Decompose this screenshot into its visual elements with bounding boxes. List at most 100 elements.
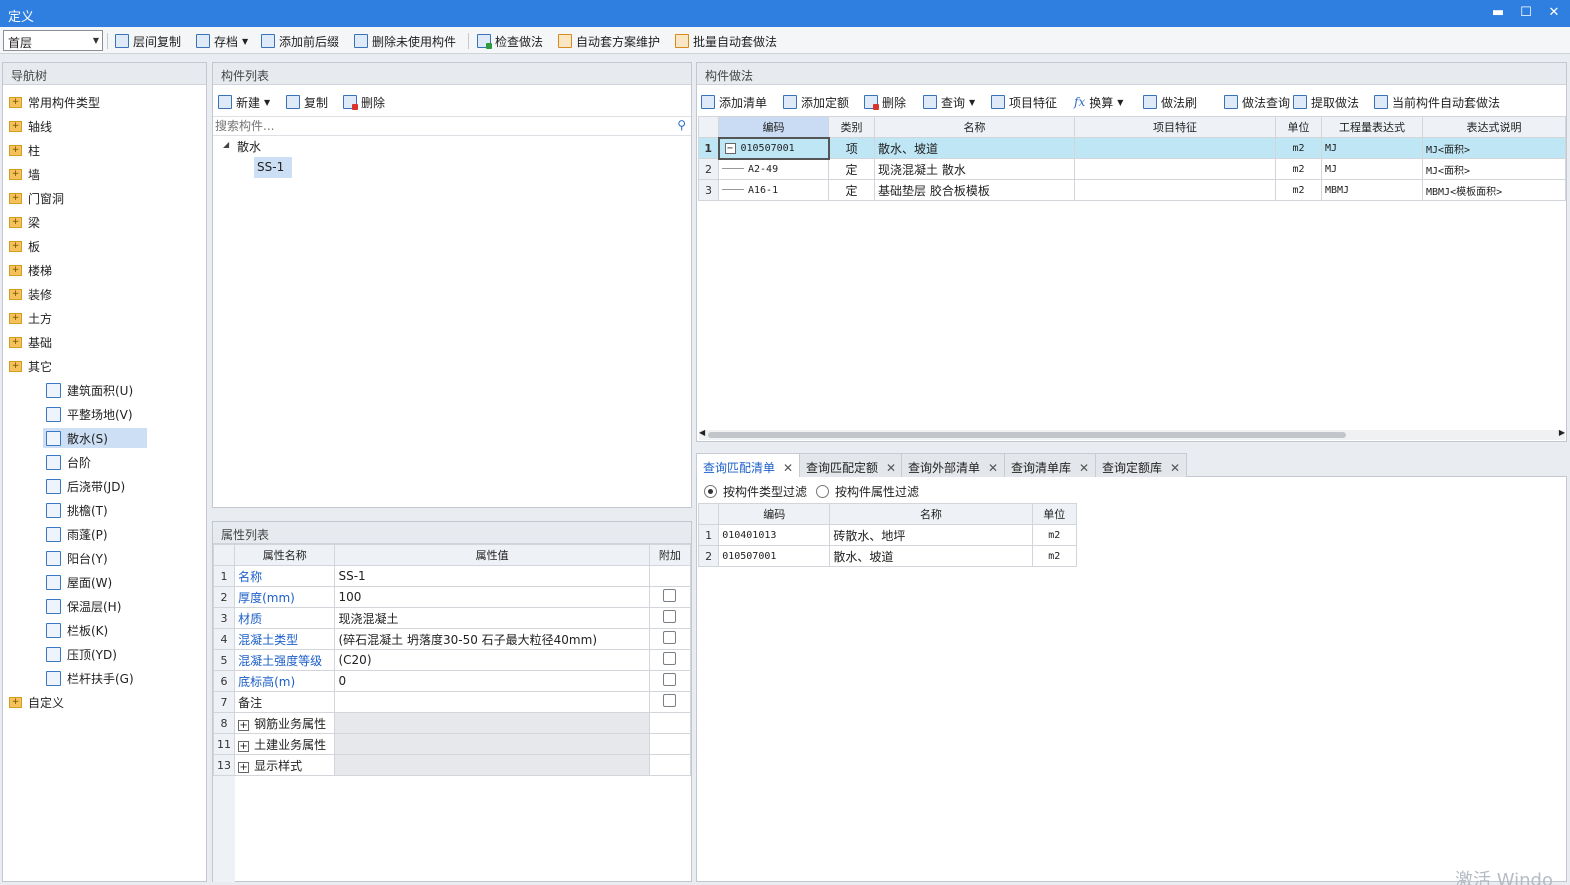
unit-cell[interactable]: m2	[1031, 524, 1077, 546]
property-value[interactable]: 0	[334, 670, 650, 692]
name-cell[interactable]: 散水、坡道	[829, 545, 1033, 567]
filter-type-radio[interactable]: 按构件类型过滤	[704, 483, 807, 500]
method-toolbar-button[interactable]: 添加定额	[783, 93, 849, 111]
method-toolbar-button[interactable]: 当前构件自动套做法	[1374, 93, 1500, 111]
new-button[interactable]: 新建 ▼	[218, 93, 270, 111]
expand-triangle-icon[interactable]: ◢	[223, 140, 229, 149]
code-cell[interactable]: −010507001	[717, 136, 830, 160]
nav-subitem[interactable]: 平整场地(V)	[43, 404, 147, 424]
nav-category[interactable]: + 装修	[9, 284, 52, 304]
query-row[interactable]: 1 010401013 砖散水、地坪 m2	[697, 524, 1077, 546]
nav-subitem[interactable]: 雨蓬(P)	[43, 524, 147, 544]
maximize-button[interactable]: ☐	[1515, 3, 1537, 23]
method-toolbar-button[interactable]: 添加清单	[701, 93, 767, 111]
method-row[interactable]: 3 A16-1 定基础垫层 胶合板模板 m2 MBMJ MBMJ<模板面积>	[698, 179, 1566, 201]
tree-item-ss1[interactable]: SS-1	[254, 157, 292, 178]
close-icon[interactable]: ✕	[886, 461, 896, 475]
batch-auto-button[interactable]: 批量自动套做法	[675, 32, 777, 50]
property-value[interactable]: (C20)	[334, 649, 650, 671]
nav-category[interactable]: + 柱	[9, 140, 40, 160]
search-input[interactable]	[213, 117, 653, 135]
nav-category[interactable]: + 轴线	[9, 116, 52, 136]
nav-category[interactable]: + 梁	[9, 212, 40, 232]
property-row[interactable]: 1 名称 SS-1	[212, 565, 692, 587]
feature-cell[interactable]	[1074, 179, 1276, 201]
close-icon[interactable]: ✕	[1079, 461, 1089, 475]
nav-subitem[interactable]: 栏板(K)	[43, 620, 147, 640]
method-toolbar-button[interactable]: 做法刷	[1143, 93, 1197, 111]
code-cell[interactable]: A2-49	[718, 158, 829, 180]
feature-cell[interactable]	[1074, 137, 1276, 159]
query-tab[interactable]: 查询清单库 ✕	[1004, 453, 1097, 477]
archive-button[interactable]: 存档 ▼	[196, 32, 248, 50]
nav-category[interactable]: + 土方	[9, 308, 52, 328]
query-tab[interactable]: 查询定额库 ✕	[1095, 453, 1188, 477]
unit-cell[interactable]: m2	[1031, 545, 1077, 567]
property-value[interactable]: SS-1	[334, 565, 650, 587]
nav-category[interactable]: + 门窗洞	[9, 188, 64, 208]
type-cell[interactable]: 定	[828, 179, 875, 201]
nav-subitem[interactable]: 保温层(H)	[43, 596, 147, 616]
nav-subitem[interactable]: 压顶(YD)	[43, 644, 147, 664]
horizontal-scrollbar[interactable]: ◀ ▶	[699, 428, 1565, 440]
property-group-row[interactable]: 13 + 显示样式	[212, 754, 692, 776]
property-value[interactable]	[334, 691, 650, 713]
expr-cell[interactable]: MBMJ	[1321, 179, 1423, 201]
scroll-right-icon[interactable]: ▶	[1559, 428, 1565, 437]
extra-checkbox[interactable]	[663, 610, 677, 623]
method-toolbar-button[interactable]: 查询 ▼	[923, 93, 975, 111]
nav-category[interactable]: + 自定义	[9, 692, 64, 712]
query-tab[interactable]: 查询匹配清单 ✕	[696, 453, 801, 477]
nav-category[interactable]: + 板	[9, 236, 40, 256]
property-row[interactable]: 4 混凝土类型 (碎石混凝土 坍落度30-50 石子最大粒径40mm)	[212, 628, 692, 650]
unit-cell[interactable]: m2	[1275, 179, 1322, 201]
property-row[interactable]: 5 混凝土强度等级 (C20)	[212, 649, 692, 671]
type-cell[interactable]: 定	[828, 158, 875, 180]
unit-cell[interactable]: m2	[1275, 137, 1322, 159]
method-row[interactable]: 1−010507001 项散水、坡道 m2 MJ MJ<面积>	[698, 136, 1566, 160]
feature-cell[interactable]	[1074, 158, 1276, 180]
method-toolbar-button[interactable]: 提取做法	[1293, 93, 1359, 111]
expand-plus-icon[interactable]: +	[238, 761, 250, 773]
nav-subitem[interactable]: 阳台(Y)	[43, 548, 147, 568]
desc-cell[interactable]: MBMJ<模板面积>	[1422, 179, 1566, 201]
extra-checkbox[interactable]	[663, 673, 677, 686]
expand-plus-icon[interactable]: +	[238, 719, 250, 731]
property-group-row[interactable]: 11 + 土建业务属性	[212, 733, 692, 755]
delete-unused-button[interactable]: 删除未使用构件	[354, 32, 456, 50]
scrollbar-thumb[interactable]	[708, 432, 1346, 438]
nav-subitem[interactable]: 栏杆扶手(G)	[43, 668, 147, 688]
nav-subitem[interactable]: 台阶	[43, 452, 147, 472]
close-icon[interactable]: ✕	[1170, 461, 1180, 475]
property-value[interactable]: 现浇混凝土	[334, 607, 650, 629]
method-toolbar-button[interactable]: 删除	[864, 93, 906, 111]
query-row[interactable]: 2 010507001 散水、坡道 m2	[697, 545, 1077, 567]
type-cell[interactable]: 项	[828, 137, 875, 159]
close-icon[interactable]: ✕	[988, 461, 998, 475]
code-cell[interactable]: 010507001	[718, 545, 831, 567]
name-cell[interactable]: 散水、坡道	[874, 137, 1075, 159]
close-button[interactable]: ✕	[1543, 3, 1565, 23]
property-row[interactable]: 7 备注	[212, 691, 692, 713]
extra-checkbox[interactable]	[663, 631, 677, 644]
extra-checkbox[interactable]	[663, 589, 677, 602]
desc-cell[interactable]: MJ<面积>	[1422, 137, 1566, 159]
property-value[interactable]: (碎石混凝土 坍落度30-50 石子最大粒径40mm)	[334, 628, 650, 650]
expr-cell[interactable]: MJ	[1321, 137, 1423, 159]
name-cell[interactable]: 现浇混凝土 散水	[874, 158, 1075, 180]
property-row[interactable]: 3 材质 现浇混凝土	[212, 607, 692, 629]
filter-attr-radio[interactable]: 按构件属性过滤	[816, 483, 919, 500]
expr-cell[interactable]: MJ	[1321, 158, 1423, 180]
query-tab[interactable]: 查询外部清单 ✕	[901, 453, 1006, 477]
nav-category[interactable]: + 其它	[9, 356, 52, 376]
collapse-minus-icon[interactable]: −	[724, 142, 736, 154]
name-cell[interactable]: 砖散水、地坪	[829, 524, 1033, 546]
minimize-button[interactable]: ▬	[1487, 3, 1509, 23]
property-value[interactable]: 100	[334, 586, 650, 608]
method-toolbar-button[interactable]: fx 换算 ▼	[1074, 93, 1123, 111]
floor-select[interactable]: 首层 ▼	[3, 30, 103, 51]
query-tab[interactable]: 查询匹配定额 ✕	[799, 453, 904, 477]
property-row[interactable]: 6 底标高(m) 0	[212, 670, 692, 692]
method-row[interactable]: 2 A2-49 定现浇混凝土 散水 m2 MJ MJ<面积>	[698, 158, 1566, 180]
expand-plus-icon[interactable]: +	[238, 740, 250, 752]
